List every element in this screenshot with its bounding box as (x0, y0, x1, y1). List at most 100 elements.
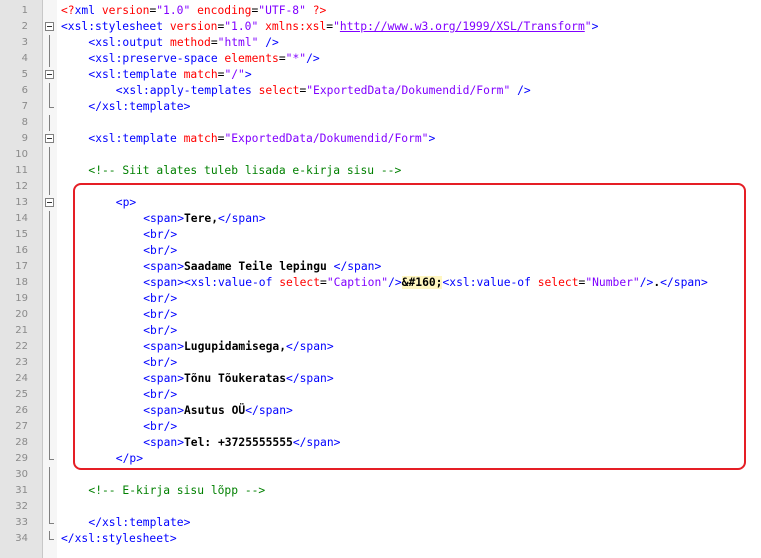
fold-guide-line (45, 83, 54, 99)
line-number: 12 (15, 181, 28, 192)
attribute-name: match (183, 68, 218, 81)
fold-guide-line (45, 243, 54, 259)
xml-tag: /> (510, 84, 531, 97)
code-line[interactable]: 4 <xsl:preserve-space elements="*"/> (0, 51, 761, 67)
xml-tag: > (591, 20, 599, 33)
xml-tag: <xsl:template (88, 68, 184, 81)
attribute-name: elements (224, 52, 279, 65)
code-line[interactable]: 11 <!-- Siit alates tuleb lisada e-kirja … (0, 163, 761, 179)
fold-guide-line (45, 227, 54, 243)
attribute-name: match (183, 132, 218, 145)
fold-guide-line (45, 339, 54, 355)
xml-tag: <xsl:apply-templates (115, 84, 259, 97)
xml-comment: <!-- E-kirja sisu lõpp --> (88, 484, 266, 497)
highlight-annotation-box (73, 183, 746, 470)
code-line[interactable]: 8 (0, 115, 761, 131)
fold-guide-line (45, 147, 54, 163)
fold-guide-line (45, 371, 54, 387)
code-editor[interactable]: 1 <?xml version="1.0" encoding="UTF-8" ?>… (0, 0, 761, 558)
fold-guide-line (45, 291, 54, 307)
fold-end-marker (45, 515, 54, 531)
line-number: 6 (21, 85, 28, 96)
code-line[interactable]: 3 <xsl:output method="html" /> (0, 35, 761, 51)
code-line[interactable]: 5 <xsl:template match="/"> (0, 67, 761, 83)
fold-guide-line (45, 163, 54, 179)
line-number: 7 (21, 101, 28, 112)
line-number: 3 (21, 37, 28, 48)
line-number: 4 (21, 53, 28, 64)
line-number: 29 (15, 453, 28, 464)
fold-collapse-icon[interactable] (45, 134, 54, 143)
line-number: 23 (15, 357, 28, 368)
code-text: <xsl:template match="ExportedData/Dokume… (88, 132, 435, 146)
code-line[interactable]: 6 <xsl:apply-templates select="ExportedDa… (0, 83, 761, 99)
fold-guide-line (45, 419, 54, 435)
code-line[interactable]: 31 <!-- E-kirja sisu lõpp --> (0, 483, 761, 499)
fold-guide-line (45, 211, 54, 227)
line-number: 13 (15, 197, 28, 208)
xml-declaration: <? (61, 4, 75, 17)
attribute-value: " (584, 20, 592, 33)
line-number: 18 (15, 277, 28, 288)
fold-guide-line (45, 483, 54, 499)
equals-sign: = (210, 36, 218, 49)
code-text: </xsl:template> (88, 100, 190, 114)
fold-guide-line (45, 323, 54, 339)
line-number: 20 (15, 309, 28, 320)
fold-guide-line (45, 275, 54, 291)
line-number: 24 (15, 373, 28, 384)
line-number: 27 (15, 421, 28, 432)
line-number: 14 (15, 213, 28, 224)
xml-tag: > (244, 68, 252, 81)
line-number: 5 (21, 69, 28, 80)
code-line[interactable]: 7 </xsl:template> (0, 99, 761, 115)
fold-collapse-icon[interactable] (45, 70, 54, 79)
attribute-value: "ExportedData/Dokumendid/Form" (306, 84, 511, 97)
code-line[interactable]: 33 </xsl:template> (0, 515, 761, 531)
attribute-value: "ExportedData/Dokumendid/Form" (224, 132, 429, 145)
xml-tag: <xsl:output (88, 36, 171, 49)
code-line[interactable]: 2 <xsl:stylesheet version="1.0" xmlns:xsl… (0, 19, 761, 35)
fold-guide-line (45, 499, 54, 515)
code-text: <xsl:template match="/"> (88, 68, 251, 82)
xml-tag: xml (74, 4, 102, 17)
fold-collapse-icon[interactable] (45, 198, 54, 207)
code-text: </xsl:stylesheet> (61, 532, 177, 546)
line-number: 26 (15, 405, 28, 416)
fold-guide-line (45, 403, 54, 419)
code-text: <!-- Siit alates tuleb lisada e-kirja si… (88, 164, 401, 178)
attribute-value: "/" (224, 68, 245, 81)
code-text: <xsl:apply-templates select="ExportedDat… (116, 84, 531, 98)
code-line[interactable]: 1 <?xml version="1.0" encoding="UTF-8" ?> (0, 3, 761, 19)
fold-end-marker (45, 531, 54, 547)
fold-guide-line (45, 179, 54, 195)
xml-tag: > (428, 132, 436, 145)
code-line[interactable]: 34 </xsl:stylesheet> (0, 531, 761, 547)
xml-declaration: ?> (305, 4, 327, 17)
fold-guide-line (45, 435, 54, 451)
fold-end-marker (45, 451, 54, 467)
fold-guide-line (45, 467, 54, 483)
fold-collapse-icon[interactable] (45, 22, 54, 31)
line-number: 21 (15, 325, 28, 336)
xml-tag: </xsl:template> (88, 516, 191, 529)
code-line[interactable]: 10 (0, 147, 761, 163)
fold-guide-line (45, 115, 54, 131)
code-text: <xsl:output method="html" /> (88, 36, 278, 50)
xml-tag: <xsl:stylesheet (61, 20, 170, 33)
fold-guide-line (45, 307, 54, 323)
code-text: <xsl:stylesheet version="1.0" xmlns:xsl=… (61, 20, 598, 34)
code-line[interactable]: 9 <xsl:template match="ExportedData/Dokum… (0, 131, 761, 147)
line-number: 22 (15, 341, 28, 352)
line-number: 28 (15, 437, 28, 448)
line-number: 8 (21, 117, 28, 128)
line-number: 32 (15, 501, 28, 512)
xml-tag: <xsl:preserve-space (88, 52, 225, 65)
code-line[interactable]: 32 (0, 499, 761, 515)
fold-guide-line (45, 51, 54, 67)
attribute-name: xmlns:xsl (258, 20, 327, 33)
attribute-name: encoding (190, 4, 252, 17)
line-number: 31 (15, 485, 28, 496)
fold-guide-line (45, 387, 54, 403)
fold-end-marker (45, 99, 54, 115)
